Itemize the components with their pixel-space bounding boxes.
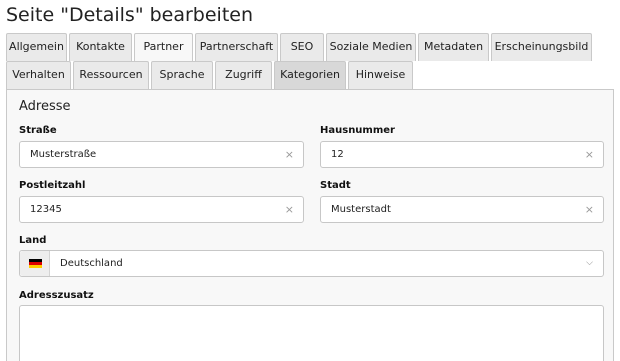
land-select[interactable]: Deutschland ⌵: [19, 250, 604, 277]
tab-zugriff[interactable]: Zugriff: [215, 61, 272, 89]
postleitzahl-field[interactable]: 12345 ×: [19, 196, 304, 223]
tab-verhalten[interactable]: Verhalten: [6, 61, 71, 89]
land-label: Land: [19, 235, 47, 246]
germany-flag-icon: [29, 259, 42, 268]
tab-seo[interactable]: SEO: [280, 33, 324, 61]
tab-partnerschaft[interactable]: Partnerschaft: [195, 33, 278, 61]
tab-bar-row-1: Allgemein Kontakte Partner Partnerschaft…: [6, 33, 594, 61]
page-title: Seite "Details" bearbeiten: [6, 4, 254, 26]
adresszusatz-textarea[interactable]: [19, 305, 604, 361]
clear-icon[interactable]: ×: [585, 142, 594, 167]
tab-soziale-medien[interactable]: Soziale Medien: [326, 33, 416, 61]
clear-icon[interactable]: ×: [285, 142, 294, 167]
land-value: Deutschland: [60, 258, 123, 269]
tab-partner[interactable]: Partner: [134, 33, 193, 61]
flag-container: [20, 251, 50, 276]
postleitzahl-label: Postleitzahl: [19, 180, 86, 191]
hausnummer-field[interactable]: 12 ×: [320, 141, 604, 168]
strasse-label: Straße: [19, 125, 57, 136]
tab-allgemein[interactable]: Allgemein: [6, 33, 67, 61]
chevron-down-icon[interactable]: ⌵: [586, 251, 593, 276]
tab-erscheinungsbild[interactable]: Erscheinungsbild: [491, 33, 592, 61]
clear-icon[interactable]: ×: [285, 197, 294, 222]
tab-bar-row-2: Verhalten Ressourcen Sprache Zugriff Kat…: [6, 61, 415, 89]
adresszusatz-label: Adresszusatz: [19, 290, 94, 301]
section-title-adresse: Adresse: [19, 99, 71, 114]
tab-metadaten[interactable]: Metadaten: [418, 33, 489, 61]
tab-sprache[interactable]: Sprache: [151, 61, 213, 89]
clear-icon[interactable]: ×: [585, 197, 594, 222]
tab-kategorien[interactable]: Kategorien: [274, 61, 346, 89]
tab-content-panel: Adresse Straße Musterstraße × Hausnummer…: [6, 89, 614, 361]
tab-kontakte[interactable]: Kontakte: [69, 33, 132, 61]
strasse-field[interactable]: Musterstraße ×: [19, 141, 304, 168]
hausnummer-label: Hausnummer: [320, 125, 395, 136]
tab-ressourcen[interactable]: Ressourcen: [73, 61, 149, 89]
stadt-label: Stadt: [320, 180, 351, 191]
stadt-field[interactable]: Musterstadt ×: [320, 196, 604, 223]
postleitzahl-value: 12345: [30, 204, 62, 215]
stadt-value: Musterstadt: [331, 204, 391, 215]
hausnummer-value: 12: [331, 149, 344, 160]
strasse-value: Musterstraße: [30, 149, 97, 160]
tab-hinweise[interactable]: Hinweise: [348, 61, 413, 89]
